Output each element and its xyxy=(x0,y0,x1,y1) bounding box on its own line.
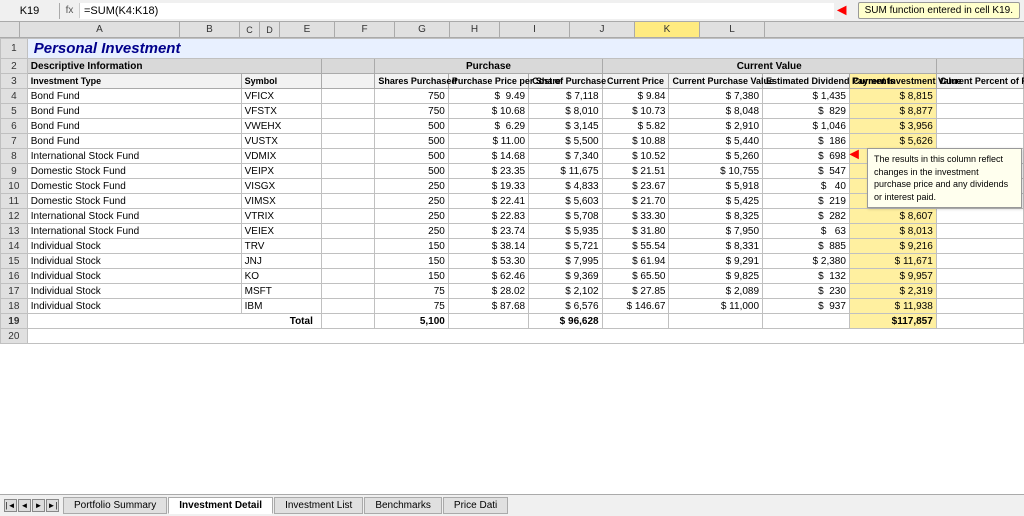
current-value-header: Current Value xyxy=(602,59,936,74)
row-num-spacer xyxy=(0,22,20,37)
row-num-3: 3 xyxy=(1,74,28,89)
col-header-b[interactable]: B xyxy=(180,22,240,37)
tab-prev-button[interactable]: ◄ xyxy=(18,499,31,512)
tab-last-button[interactable]: ►| xyxy=(46,499,59,512)
col-header-c[interactable]: C xyxy=(240,22,260,37)
row-1: 1 Personal Investment xyxy=(1,39,1024,59)
table-row: 14 Individual Stock TRV 150 $ 38.14 $ 5,… xyxy=(1,239,1024,254)
col-header-g[interactable]: G xyxy=(395,22,450,37)
col-current-price-header: Current Price xyxy=(602,74,669,89)
col-header-f[interactable]: F xyxy=(335,22,395,37)
table-row: 4 Bond Fund VFICX 750 $ 9.49 $ 7,118 $ 9… xyxy=(1,89,1024,104)
row-3-subheaders: 3 Investment Type Symbol Shares Purchase… xyxy=(1,74,1024,89)
sum-note-tooltip: SUM function entered in cell K19. xyxy=(858,2,1020,19)
col-header-h[interactable]: H xyxy=(450,22,500,37)
tabs-bar: |◄ ◄ ► ►| Portfolio Summary Investment D… xyxy=(0,494,1024,516)
table-row: 13 International Stock Fund VEIEX 250 $ … xyxy=(1,224,1024,239)
cell-reference[interactable]: K19 xyxy=(0,3,60,19)
formula-arrow-icon: ◄ xyxy=(834,2,850,20)
total-shares: 5,100 xyxy=(375,314,449,329)
total-investment-value: $117,857 xyxy=(849,314,936,329)
col-header-l[interactable]: L xyxy=(700,22,765,37)
column-note-tooltip: The results in this column reflect chang… xyxy=(867,148,1022,208)
table-row: 18 Individual Stock IBM 75 $ 87.68 $ 6,5… xyxy=(1,299,1024,314)
table-row: 6 Bond Fund VWEHX 500 $ 6.29 $ 3,145 $ 5… xyxy=(1,119,1024,134)
column-note-text: The results in this column reflect chang… xyxy=(874,154,1008,202)
total-cost: $ 96,628 xyxy=(529,314,603,329)
fx-icon: fx xyxy=(60,3,80,18)
col-dividend-header: Estimated Dividend Payments xyxy=(763,74,850,89)
col-header-k[interactable]: K xyxy=(635,22,700,37)
tab-first-button[interactable]: |◄ xyxy=(4,499,17,512)
tab-investment-list[interactable]: Investment List xyxy=(274,497,363,514)
table-row: 12 International Stock Fund VTRIX 250 $ … xyxy=(1,209,1024,224)
col-price-per-share-header: Purchase Price per Share xyxy=(448,74,528,89)
tab-investment-detail[interactable]: Investment Detail xyxy=(168,497,273,514)
spreadsheet-title: Personal Investment xyxy=(34,40,181,57)
row-2-headers: 2 Descriptive Information Purchase Curre… xyxy=(1,59,1024,74)
tab-portfolio-summary[interactable]: Portfolio Summary xyxy=(63,497,167,514)
formula-input[interactable]: =SUM(K4:K18) xyxy=(80,3,834,19)
col-percent-portfolio-header: Current Percent of Portfolio xyxy=(936,74,1023,89)
col-cost-of-purchase-header: Cost of Purchase xyxy=(529,74,603,89)
col-symbol-header: Symbol xyxy=(241,74,321,89)
col-header-a[interactable]: A xyxy=(20,22,180,37)
tab-benchmarks[interactable]: Benchmarks xyxy=(364,497,442,514)
table-row: 15 Individual Stock JNJ 150 $ 53.30 $ 7,… xyxy=(1,254,1024,269)
table-row: 5 Bond Fund VFSTX 750 $ 10.68 $ 8,010 $ … xyxy=(1,104,1024,119)
row-num-1: 1 xyxy=(1,39,28,59)
tab-price-data[interactable]: Price Dati xyxy=(443,497,508,514)
purchase-header: Purchase xyxy=(375,59,602,74)
col-header-e[interactable]: E xyxy=(280,22,335,37)
tab-next-button[interactable]: ► xyxy=(32,499,45,512)
tab-nav-buttons: |◄ ◄ ► ►| xyxy=(4,499,59,512)
spreadsheet-area: 1 Personal Investment 2 Descriptive Info… xyxy=(0,38,1024,510)
column-arrow-icon: ◄ xyxy=(846,146,862,164)
col-header-d[interactable]: D xyxy=(260,22,280,37)
col-header-i[interactable]: I xyxy=(500,22,570,37)
title-cell: Personal Investment xyxy=(27,39,1023,59)
table-row: 17 Individual Stock MSFT 75 $ 28.02 $ 2,… xyxy=(1,284,1024,299)
row-num-2: 2 xyxy=(1,59,28,74)
col-current-investment-value-header: Current Investment Value xyxy=(849,74,936,89)
col-shares-header: Shares Purchased xyxy=(375,74,449,89)
total-row: 19 Total 5,100 $ 96,628 $117,857 xyxy=(1,314,1024,329)
row-20: 20 xyxy=(1,329,1024,344)
desc-info-header: Descriptive Information xyxy=(27,59,321,74)
table-row: 16 Individual Stock KO 150 $ 62.46 $ 9,3… xyxy=(1,269,1024,284)
col-investment-type-header: Investment Type xyxy=(27,74,241,89)
formula-bar: K19 fx =SUM(K4:K18) ◄ SUM function enter… xyxy=(0,0,1024,22)
column-headers: A B C D E F G H I J K L xyxy=(0,22,1024,38)
col-current-purchase-value-header: Current Purchase Value xyxy=(669,74,763,89)
total-label: Total xyxy=(27,314,321,329)
col-header-j[interactable]: J xyxy=(570,22,635,37)
table-row: 7 Bond Fund VUSTX 500 $ 11.00 $ 5,500 $ … xyxy=(1,134,1024,149)
